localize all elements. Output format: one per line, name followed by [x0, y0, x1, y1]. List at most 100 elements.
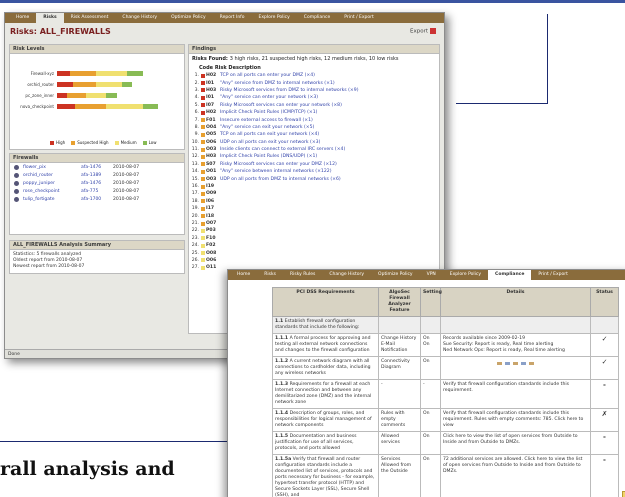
- pci-table-row: 1.1.5 Documentation and business justifi…: [272, 431, 619, 455]
- connectivity-diagram-icon[interactable]: [443, 359, 588, 367]
- top-border-line: [0, 0, 625, 3]
- finding-row[interactable]: 19. I17: [189, 205, 439, 212]
- tab-explore-policy[interactable]: Explore Policy: [443, 270, 488, 280]
- finding-row[interactable]: 24. F02: [189, 242, 439, 249]
- pci-details-cell: Verify that firewall configuration stand…: [440, 408, 591, 432]
- firewall-row[interactable]: orchid_router afa-1389 2010-08-07: [10, 171, 184, 179]
- firewall-name-link[interactable]: flower_pix: [23, 165, 81, 170]
- firewall-name-link[interactable]: orchid_router: [23, 173, 81, 178]
- firewall-name-link[interactable]: tulip_fortigate: [23, 197, 81, 202]
- tab-home[interactable]: Home: [230, 270, 257, 280]
- tab-home[interactable]: Home: [9, 13, 36, 23]
- finding-description-link[interactable]: Inside clients can connect to external I…: [220, 147, 345, 152]
- pci-requirement-cell: 1.1.2 A current network diagram with all…: [272, 356, 379, 380]
- risk-bar-stack: [57, 71, 143, 76]
- finding-row[interactable]: 20. I18: [189, 212, 439, 219]
- firewall-row[interactable]: poppy_juniper afa-1476 2010-08-07: [10, 179, 184, 187]
- risk-bar-segment: [96, 71, 128, 76]
- finding-row[interactable]: 8. O04 "Any" service can exit your network…: [189, 124, 439, 131]
- finding-description-link[interactable]: UDP on all ports can exit your network (…: [220, 140, 320, 145]
- tab-print-export[interactable]: Print / Export: [337, 13, 380, 23]
- tab-print-export[interactable]: Print / Export: [531, 270, 574, 280]
- finding-code: I19: [206, 184, 215, 190]
- tab-compliance[interactable]: Compliance: [488, 270, 532, 280]
- finding-row[interactable]: 11. O03 Inside clients can connect to exte…: [189, 146, 439, 153]
- analysis-summary-header: ALL_FIREWALLS Analysis Summary: [10, 241, 184, 250]
- firewall-report-link[interactable]: afa-1476: [81, 181, 113, 186]
- finding-row[interactable]: 5. I07 Risky Microsoft services can enter …: [189, 102, 439, 109]
- finding-row[interactable]: 21. O07: [189, 220, 439, 227]
- firewall-row[interactable]: tulip_fortigate afa-1700 2010-08-07: [10, 195, 184, 203]
- finding-description-link[interactable]: "Any" service between internal networks …: [220, 169, 332, 174]
- finding-row[interactable]: 15. O03 UDP on all ports from DMZ to inter…: [189, 175, 439, 182]
- finding-description-link[interactable]: TCP on all ports can enter your DMZ (×4): [220, 73, 315, 78]
- firewall-report-link[interactable]: afa-1476: [81, 165, 113, 170]
- pci-feature-cell: [378, 316, 421, 334]
- finding-number: 1.: [194, 73, 199, 79]
- finding-row[interactable]: 13. S07 Risky Microsoft services can enter…: [189, 161, 439, 168]
- pdf-icon: [430, 28, 436, 34]
- legend-item: Suspected High: [71, 140, 109, 145]
- finding-row[interactable]: 6. H02 Implicit Check Point Rules (ICMP/TC…: [189, 109, 439, 116]
- tab-optimize-policy[interactable]: Optimize Policy: [164, 13, 213, 23]
- risk-bar-segment: [106, 93, 117, 98]
- firewall-report-link[interactable]: afa-1700: [81, 197, 113, 202]
- pci-details-text: 72 additional services are allowed. Clic…: [443, 457, 583, 474]
- finding-description-link[interactable]: "Any" service can exit your network (×5): [220, 125, 314, 130]
- caption-rule: [0, 441, 245, 442]
- export-button[interactable]: Export: [410, 28, 436, 35]
- finding-row[interactable]: 26. O06: [189, 257, 439, 264]
- severity-icon: [201, 147, 205, 152]
- finding-row[interactable]: 12. H03 Implicit Check Point Rules (DNS/UD…: [189, 153, 439, 160]
- finding-description-link[interactable]: Implicit Check Point Rules (DNS/UDP) (×1…: [220, 154, 317, 159]
- finding-row[interactable]: 16. I19: [189, 183, 439, 190]
- firewall-name-link[interactable]: rose_checkpoint: [23, 189, 81, 194]
- tab-risks[interactable]: Risks: [36, 13, 64, 23]
- finding-row[interactable]: 23. F10: [189, 235, 439, 242]
- finding-row[interactable]: 9. O05 TCP on all ports can exit your netw…: [189, 131, 439, 138]
- finding-row[interactable]: 7. F01 Insecure external access to firewal…: [189, 116, 439, 123]
- tab-report-info[interactable]: Report Info: [213, 13, 252, 23]
- firewall-report-link[interactable]: afa-1389: [81, 173, 113, 178]
- tab-change-history[interactable]: Change History: [322, 270, 371, 280]
- finding-description-link[interactable]: Risky Microsoft services from DMZ to int…: [220, 88, 359, 93]
- tab-vpn[interactable]: VPN: [420, 270, 443, 280]
- finding-number: 27.: [191, 265, 199, 271]
- severity-icon: [201, 140, 205, 145]
- tab-explore-policy[interactable]: Explore Policy: [252, 13, 297, 23]
- finding-row[interactable]: 25. O08: [189, 249, 439, 256]
- firewall-row[interactable]: flower_pix afa-1476 2010-08-07: [10, 163, 184, 171]
- finding-description-link[interactable]: Risky Microsoft services can enter your …: [220, 162, 337, 167]
- tab-risks[interactable]: Risks: [257, 270, 283, 280]
- finding-row[interactable]: 10. O06 UDP on all ports can exit your net…: [189, 139, 439, 146]
- tab-change-history[interactable]: Change History: [115, 13, 164, 23]
- finding-description-link[interactable]: Implicit Check Point Rules (ICMP/TCP) (×…: [220, 110, 317, 115]
- severity-icon: [201, 199, 205, 204]
- severity-icon: [201, 110, 205, 115]
- firewall-row[interactable]: rose_checkpoint afa-775 2010-08-07: [10, 187, 184, 195]
- finding-description-link[interactable]: TCP on all ports can exit your network (…: [220, 132, 319, 137]
- finding-row[interactable]: 14. O01 "Any" service between internal net…: [189, 168, 439, 175]
- finding-description-link[interactable]: Risky Microsoft services can enter your …: [220, 103, 342, 108]
- finding-row[interactable]: 4. I01 "Any" service can enter your networ…: [189, 94, 439, 101]
- finding-row[interactable]: 2. I01 "Any" service from DMZ to internal …: [189, 79, 439, 86]
- finding-row[interactable]: 3. H03 Risky Microsoft services from DMZ t…: [189, 87, 439, 94]
- firewall-report-link[interactable]: afa-775: [81, 189, 113, 194]
- finding-row[interactable]: 1. H02 TCP on all ports can enter your DMZ…: [189, 72, 439, 79]
- risk-bar-segment: [121, 82, 133, 87]
- finding-description-link[interactable]: "Any" service can enter your network (×3…: [220, 95, 318, 100]
- finding-description-link[interactable]: Insecure external access to firewall (×1…: [220, 118, 313, 123]
- finding-row[interactable]: 18. I06: [189, 198, 439, 205]
- risk-bar-label: nova_checkpoint: [20, 104, 54, 109]
- finding-row[interactable]: 22. P03: [189, 227, 439, 234]
- tab-risky-rules[interactable]: Risky Rules: [283, 270, 322, 280]
- tab-risk-assessment[interactable]: Risk Assessment: [64, 13, 116, 23]
- pci-details-cell: [440, 356, 591, 380]
- tab-optimize-policy[interactable]: Optimize Policy: [371, 270, 420, 280]
- firewall-name-link[interactable]: poppy_juniper: [23, 181, 81, 186]
- finding-description-link[interactable]: "Any" service from DMZ to internal netwo…: [220, 81, 335, 86]
- pci-requirement-text: Verify that firewall and router configur…: [275, 457, 375, 497]
- finding-description-link[interactable]: UDP on all ports from DMZ to internal ne…: [220, 177, 341, 182]
- finding-row[interactable]: 17. O09: [189, 190, 439, 197]
- tab-compliance[interactable]: Compliance: [297, 13, 338, 23]
